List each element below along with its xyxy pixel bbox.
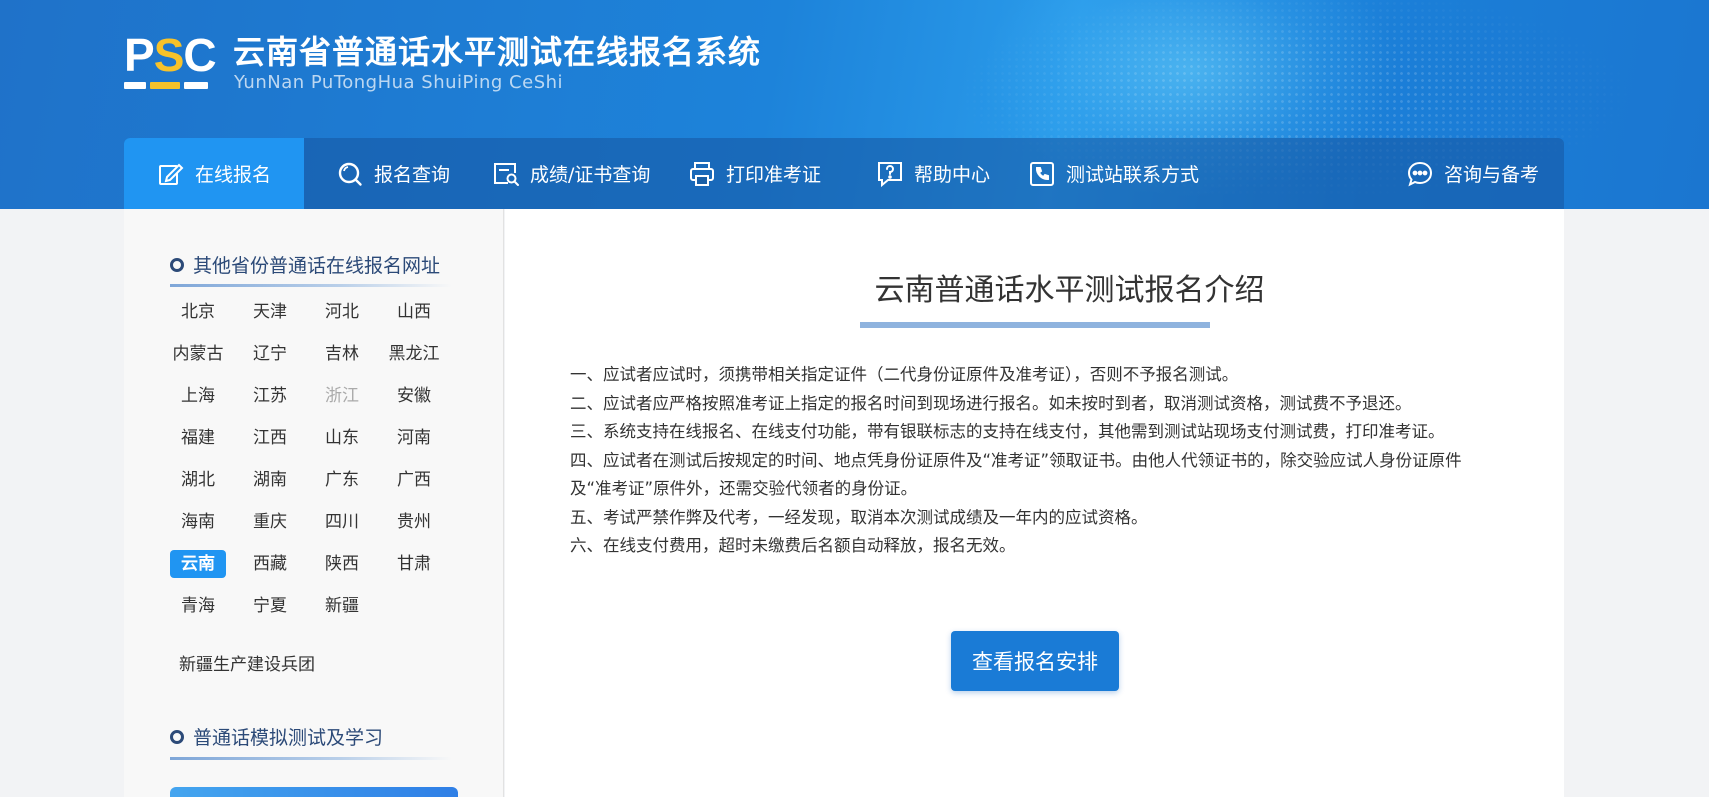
province-link[interactable]: 陕西: [314, 550, 370, 578]
help-icon: [878, 161, 902, 187]
province-link[interactable]: 河北: [314, 298, 370, 326]
nav-label: 测试站联系方式: [1066, 164, 1200, 186]
nav-help-center[interactable]: 帮助中心: [876, 138, 990, 209]
provinces-section-title: 其他省份普通话在线报名网址: [170, 251, 440, 278]
province-link[interactable]: 江西: [242, 424, 298, 452]
site-subtitle: YunNan PuTongHua ShuiPing CeShi: [234, 72, 564, 93]
main-nav: 在线报名 报名查询 成绩/证书查询 打印准考证 帮助中心 测试站联系方式 咨询与…: [124, 138, 1564, 209]
province-link[interactable]: 广东: [314, 466, 370, 494]
province-link[interactable]: 上海: [170, 382, 226, 410]
province-link[interactable]: 山东: [314, 424, 370, 452]
rule-item: 二、应试者应严格按照准考证上指定的报名时间到现场进行报名。如未按时到者，取消测试…: [570, 393, 1412, 413]
nav-online-registration[interactable]: 在线报名: [124, 138, 304, 209]
rule-item: 一、应试者应试时，须携带相关指定证件（二代身份证原件及准考证），否则不予报名测试…: [570, 365, 1239, 384]
psc-logo[interactable]: PSC: [124, 29, 217, 92]
study-title-text: 普通话模拟测试及学习: [193, 727, 384, 749]
rule-item: 三、系统支持在线报名、在线支付功能，带有银联标志的支持在线支付，其他需到测试站现…: [570, 422, 1445, 441]
provinces-title-text: 其他省份普通话在线报名网址: [193, 255, 441, 277]
province-link[interactable]: 天津: [242, 298, 298, 326]
nav-station-contact[interactable]: 测试站联系方式: [1028, 138, 1199, 209]
rule-item: 四、应试者在测试后按规定的时间、地点凭身份证原件及“准考证”领取证书。由他人代领…: [570, 450, 1462, 499]
main-content: 云南普通话水平测试报名介绍 一、应试者应试时，须携带相关指定证件（二代身份证原件…: [505, 209, 1564, 797]
province-link[interactable]: 黑龙江: [386, 340, 442, 368]
province-link[interactable]: 云南: [170, 550, 226, 578]
province-link[interactable]: 安徽: [386, 382, 442, 410]
province-link[interactable]: 福建: [170, 424, 226, 452]
certificate-search-icon: [494, 162, 519, 186]
nav-label: 咨询与备考: [1444, 164, 1540, 186]
nav-score-certificate-query[interactable]: 成绩/证书查询: [492, 138, 650, 209]
page-title: 云南普通话水平测试报名介绍: [874, 273, 1265, 308]
nav-consult-prepare[interactable]: 咨询与备考: [1406, 138, 1539, 209]
nav-label: 帮助中心: [914, 164, 991, 186]
nav-label: 成绩/证书查询: [530, 164, 651, 186]
province-link[interactable]: 海南: [170, 508, 226, 536]
rule-item: 五、考试严禁作弊及代考，一经发现，取消本次测试成绩及一年内的应试资格。: [570, 507, 1148, 527]
nav-label: 在线报名: [195, 164, 272, 186]
printer-icon: [690, 161, 714, 186]
province-link[interactable]: 新疆: [314, 592, 370, 620]
province-link[interactable]: 甘肃: [386, 550, 442, 578]
province-link: 浙江: [325, 386, 359, 406]
province-link[interactable]: 山西: [386, 298, 442, 326]
province-link[interactable]: 内蒙古: [170, 340, 226, 368]
circle-icon: [170, 729, 184, 744]
province-link[interactable]: 四川: [314, 508, 370, 536]
site-title: 云南省普通话水平测试在线报名系统: [233, 33, 762, 71]
province-link[interactable]: 贵州: [386, 508, 442, 536]
province-link[interactable]: 西藏: [242, 550, 298, 578]
section-underline: [170, 284, 452, 287]
view-schedule-button[interactable]: 查看报名安排: [951, 631, 1119, 691]
nav-label: 打印准考证: [726, 164, 822, 186]
registration-rules: 一、应试者应试时，须携带相关指定证件（二代身份证原件及准考证），否则不予报名测试…: [570, 361, 1500, 561]
logo-text: PSC: [124, 29, 217, 81]
province-link[interactable]: 辽宁: [242, 340, 298, 368]
nav-label: 报名查询: [374, 164, 451, 186]
province-link[interactable]: 重庆: [242, 508, 298, 536]
section-underline: [170, 757, 452, 760]
province-link[interactable]: 吉林: [314, 340, 370, 368]
province-link[interactable]: 湖南: [242, 466, 298, 494]
search-icon: [338, 162, 362, 186]
province-link[interactable]: 江苏: [242, 382, 298, 410]
title-underline: [860, 322, 1210, 328]
study-section-title: 普通话模拟测试及学习: [170, 723, 383, 750]
nav-registration-query[interactable]: 报名查询: [336, 138, 450, 209]
nav-print-admission[interactable]: 打印准考证: [688, 138, 821, 209]
province-link[interactable]: 北京: [170, 298, 226, 326]
province-grid: 北京 天津 河北 山西内蒙古 辽宁 吉林 黑龙江上海 江苏 浙江 安徽福建 江西 山东 河南湖北 湖南 广东…: [170, 298, 470, 620]
mock-test-banner[interactable]: [170, 787, 458, 797]
logo-bars: [124, 82, 208, 90]
rule-item: 六、在线支付费用，超时未缴费后名额自动释放，报名无效。: [570, 536, 1016, 555]
chat-icon: [1407, 161, 1433, 186]
province-link-bingtuan[interactable]: 新疆生产建设兵团: [179, 650, 315, 675]
province-link[interactable]: 河南: [386, 424, 442, 452]
circle-icon: [170, 257, 184, 272]
phone-icon: [1030, 161, 1054, 186]
sidebar: 其他省份普通话在线报名网址 北京 天津 河北 山西内蒙古 辽宁 吉林 黑龙江上海 江苏 浙江 安徽…: [124, 209, 504, 797]
province-link[interactable]: 宁夏: [242, 592, 298, 620]
site-header: PSC 云南省普通话水平测试在线报名系统 YunNan PuTongHua Sh…: [0, 0, 1709, 209]
province-link[interactable]: 广西: [386, 466, 442, 494]
province-link[interactable]: 湖北: [170, 466, 226, 494]
province-link[interactable]: 青海: [170, 592, 226, 620]
edit-icon: [159, 163, 184, 185]
